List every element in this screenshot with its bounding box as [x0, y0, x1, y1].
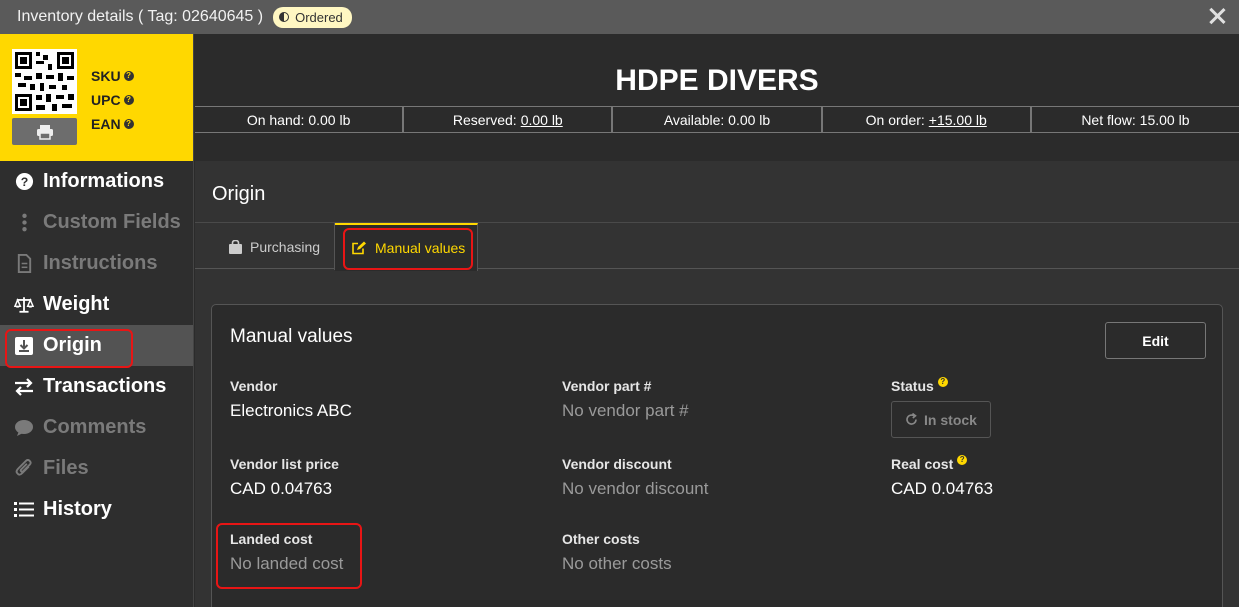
tab-manual-values[interactable]: Manual values: [335, 223, 478, 271]
codes-panel: SKU? UPC? EAN?: [0, 34, 193, 161]
help-icon: ?: [123, 71, 134, 81]
edit-button[interactable]: Edit: [1105, 322, 1206, 359]
sidebar-item-transactions[interactable]: Transactions: [0, 366, 193, 407]
sidebar-item-origin[interactable]: Origin: [0, 325, 193, 366]
status-label: Status?: [891, 377, 991, 394]
vendor-field: Vendor Electronics ABC: [230, 378, 352, 421]
qr-code-icon: [12, 49, 77, 114]
list-icon: [14, 501, 34, 518]
print-button[interactable]: [12, 118, 77, 145]
sidebar-item-informations[interactable]: ? Informations: [0, 161, 193, 202]
sidebar-item-weight[interactable]: Weight: [0, 284, 193, 325]
help-icon[interactable]: ?: [937, 377, 948, 387]
landed-cost-value: No landed cost: [230, 554, 344, 573]
printer-icon: [36, 124, 53, 140]
other-costs-field: Other costs No other costs: [562, 531, 672, 574]
sidebar-item-files[interactable]: Files: [0, 448, 193, 489]
speech-bubble-icon: [14, 419, 34, 437]
stat-on-hand: On hand: 0.00 lb: [195, 107, 405, 132]
landed-cost-field: Landed cost No landed cost: [230, 531, 343, 574]
origin-panel: Origin Purchasing Manual values Manual v…: [195, 161, 1239, 607]
scale-icon: [14, 295, 34, 314]
edit-icon: [352, 241, 367, 255]
sidebar-nav: ? Informations Custom Fields Instruction…: [0, 161, 193, 530]
help-icon[interactable]: ?: [957, 455, 968, 465]
tab-purchasing[interactable]: Purchasing: [195, 223, 335, 270]
vendor-discount-label: Vendor discount: [562, 456, 672, 472]
sidebar-item-custom-fields[interactable]: Custom Fields: [0, 202, 193, 243]
stat-reserved: Reserved: 0.00 lb: [404, 107, 614, 132]
status-field: Status? In stock: [891, 377, 991, 438]
sidebar-item-comments[interactable]: Comments: [0, 407, 193, 448]
stock-stats-bar: On hand: 0.00 lb Reserved: 0.00 lb Availa…: [195, 106, 1239, 133]
status-button[interactable]: In stock: [891, 401, 991, 438]
sidebar-item-instructions[interactable]: Instructions: [0, 243, 193, 284]
refresh-icon: [905, 413, 918, 426]
vendor-part-field: Vendor part # No vendor part #: [562, 378, 689, 421]
svg-text:?: ?: [20, 175, 28, 189]
close-icon[interactable]: [1205, 4, 1229, 28]
stat-net-flow: Net flow: 15.00 lb: [1081, 111, 1190, 128]
codes-list: SKU? UPC? EAN?: [91, 64, 134, 136]
half-circle-icon: [279, 12, 290, 22]
bag-icon: [229, 239, 242, 254]
vendor-discount-field: Vendor discount No vendor discount: [562, 456, 708, 499]
product-title: HDPE DIVERS: [615, 64, 819, 97]
paperclip-icon: [14, 459, 34, 478]
vendor-label: Vendor: [230, 378, 278, 394]
on-order-link[interactable]: +15.00 lb: [929, 112, 987, 128]
sku-row[interactable]: SKU?: [91, 64, 134, 88]
vendor-discount-value: No vendor discount: [562, 479, 709, 498]
document-icon: [14, 254, 34, 273]
vendor-list-price-field: Vendor list price CAD 0.04763: [230, 456, 339, 499]
window-title: Inventory details ( Tag: 02640645 ): [17, 8, 264, 25]
vertical-dots-icon: [14, 213, 34, 232]
reserved-link[interactable]: 0.00 lb: [521, 112, 563, 128]
card-title: Manual values: [230, 326, 353, 347]
window-titlebar: Inventory details ( Tag: 02640645 ) Orde…: [0, 0, 1239, 34]
real-cost-field: Real cost? CAD 0.04763: [891, 455, 994, 499]
product-header: HDPE DIVERS On hand: 0.00 lb Reserved: 0.…: [195, 34, 1239, 161]
other-costs-value: No other costs: [562, 554, 672, 573]
other-costs-label: Other costs: [562, 531, 640, 547]
tab-bar: Purchasing Manual values: [195, 222, 1239, 271]
vendor-part-label: Vendor part #: [562, 378, 652, 394]
manual-values-card: Manual values Edit Vendor Electronics AB…: [211, 304, 1223, 607]
vendor-list-price-label: Vendor list price: [230, 456, 339, 472]
real-cost-label: Real cost?: [891, 455, 993, 472]
stat-available: Available: 0.00 lb: [613, 107, 823, 132]
ean-row[interactable]: EAN?: [91, 112, 134, 136]
question-circle-icon: ?: [14, 172, 34, 191]
sidebar: SKU? UPC? EAN? ? Informations Custom Fie…: [0, 34, 194, 607]
status-badge-label: Ordered: [295, 9, 343, 25]
help-icon: ?: [123, 119, 134, 129]
section-title: Origin: [212, 183, 266, 205]
stat-on-order: On order: +15.00 lb: [823, 107, 1032, 132]
upc-row[interactable]: UPC?: [91, 88, 134, 112]
help-icon: ?: [123, 95, 134, 105]
landed-cost-label: Landed cost: [230, 531, 313, 547]
arrows-exchange-icon: [14, 377, 34, 396]
download-box-icon: [14, 336, 34, 355]
sidebar-item-history[interactable]: History: [0, 489, 193, 530]
vendor-part-value: No vendor part #: [562, 401, 689, 420]
status-badge: Ordered: [273, 6, 352, 28]
real-cost-value: CAD 0.04763: [891, 479, 994, 498]
vendor-list-price-value: CAD 0.04763: [230, 479, 333, 498]
vendor-value: Electronics ABC: [230, 401, 352, 420]
